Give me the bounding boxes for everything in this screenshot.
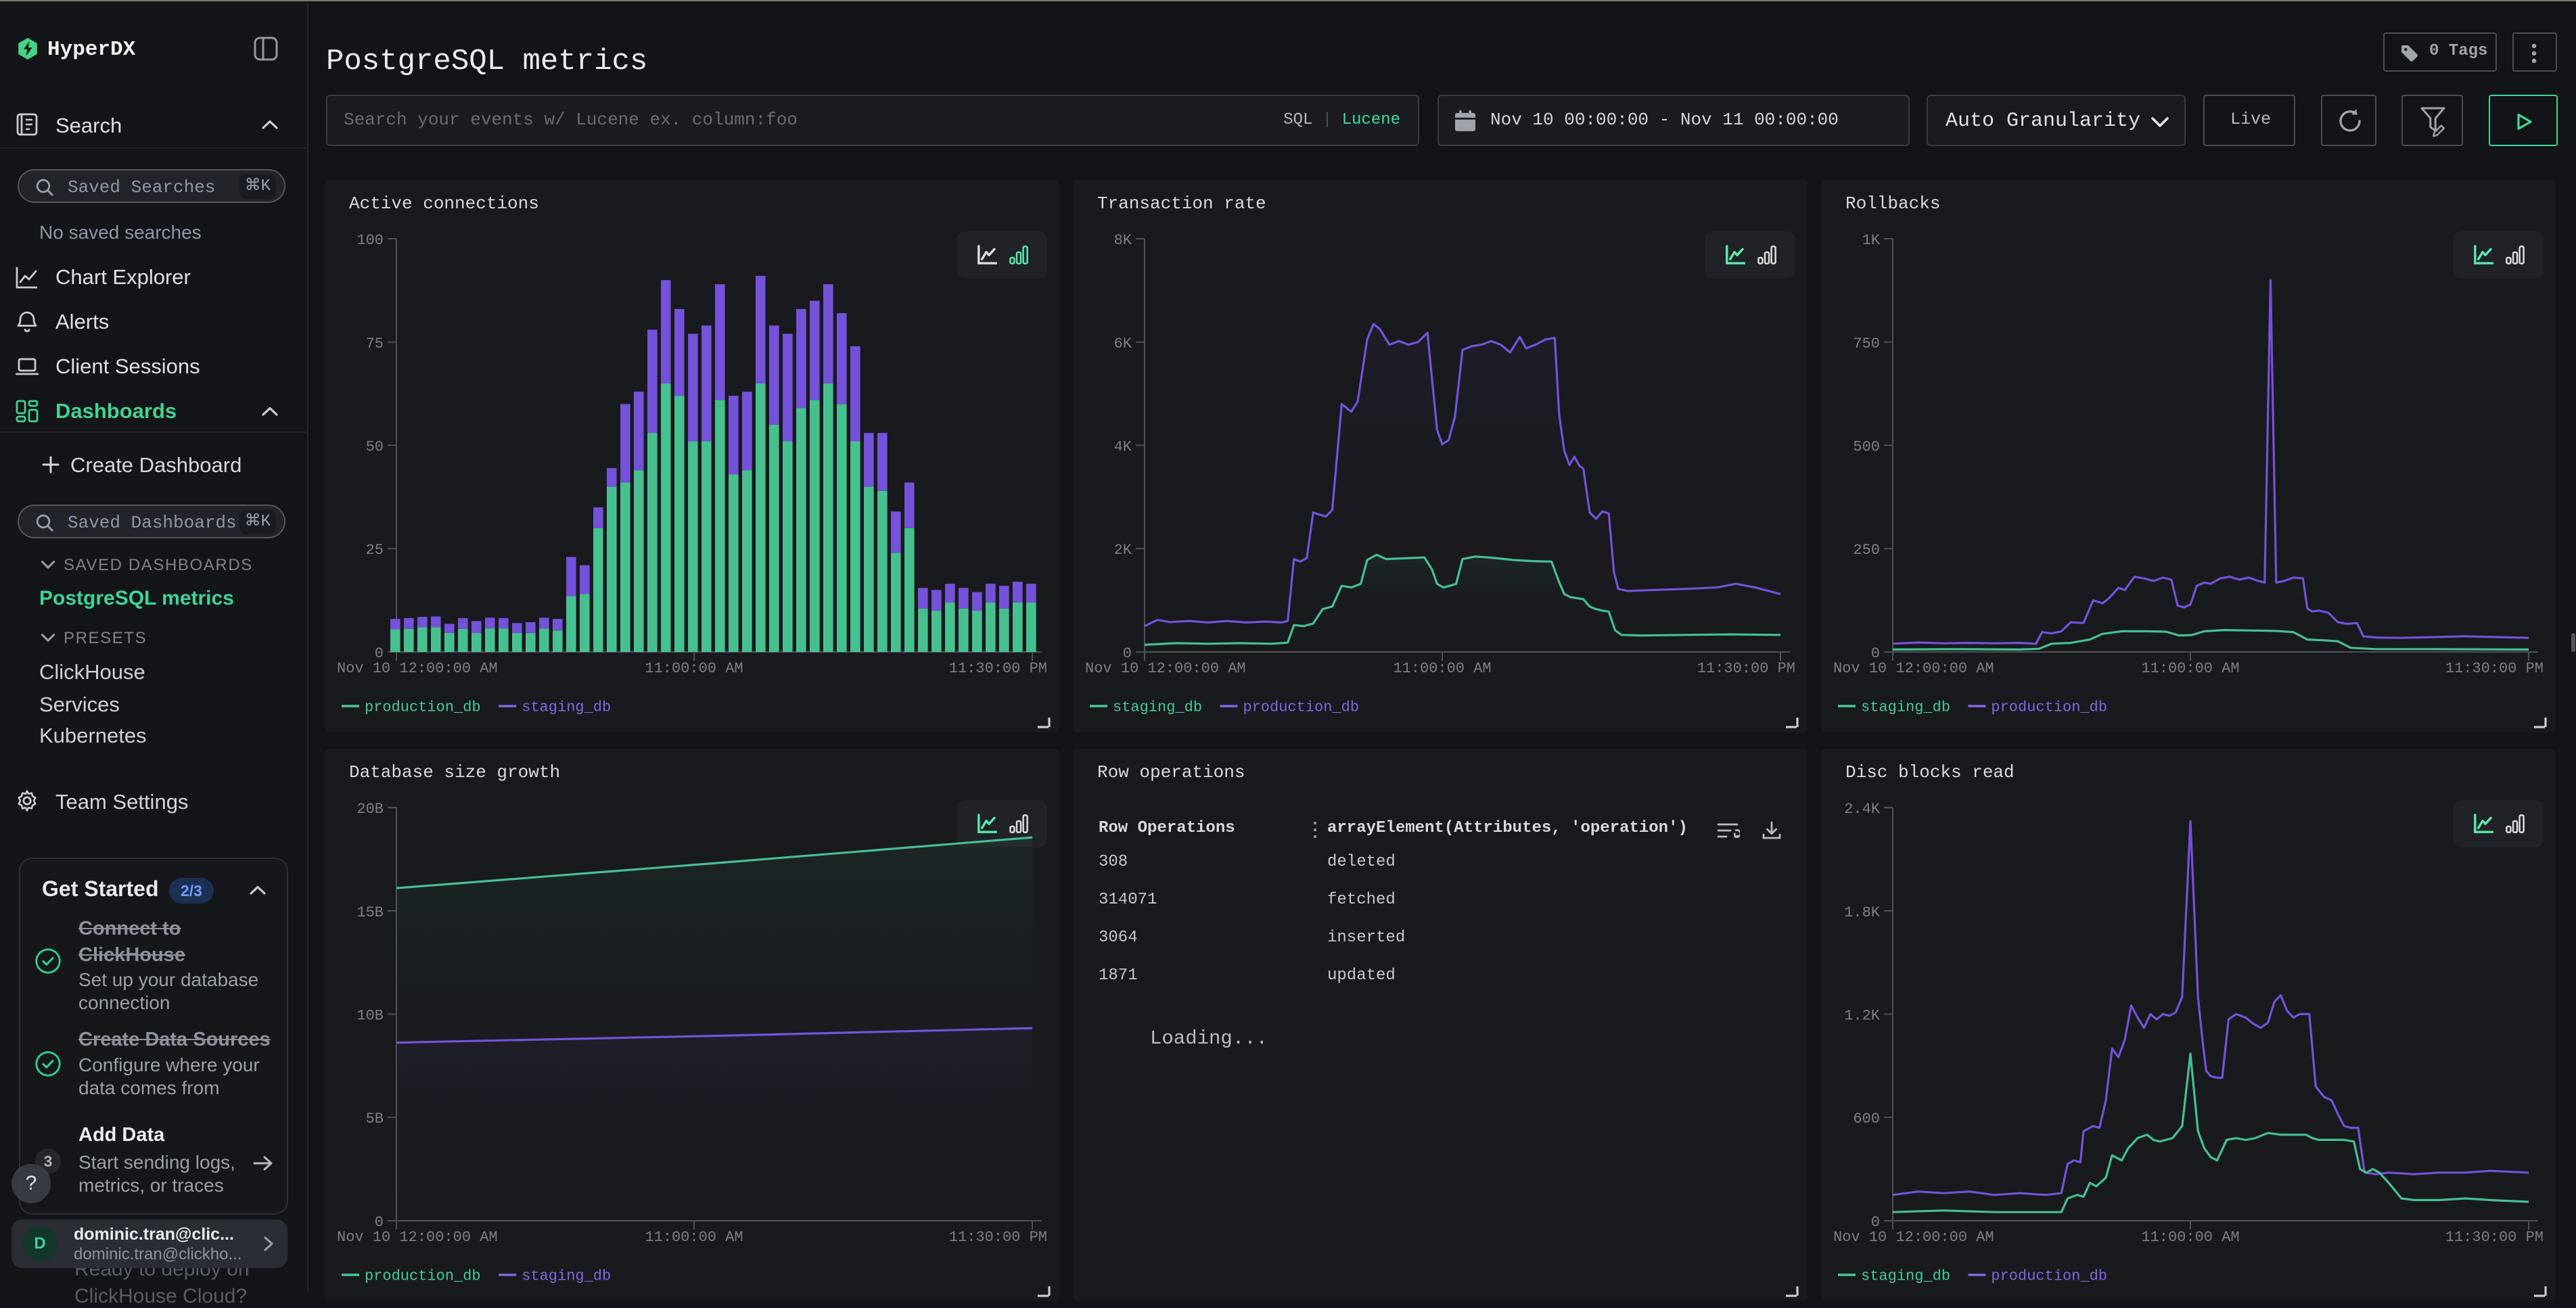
svg-text:1.2K: 1.2K: [1844, 1007, 1881, 1024]
svg-text:500: 500: [1853, 438, 1880, 455]
svg-text:11:30:00 PM: 11:30:00 PM: [1697, 660, 1795, 677]
svg-text:250: 250: [1853, 542, 1880, 559]
svg-text:20B: 20B: [356, 801, 384, 818]
svg-text:Nov 10 12:00:00 AM: Nov 10 12:00:00 AM: [1833, 660, 1994, 677]
svg-text:staging_db: staging_db: [522, 1268, 611, 1285]
svg-text:600: 600: [1853, 1111, 1880, 1127]
svg-text:production_db: production_db: [1991, 1268, 2107, 1285]
svg-text:2K: 2K: [1114, 542, 1132, 559]
svg-text:8K: 8K: [1114, 232, 1132, 249]
svg-text:15B: 15B: [356, 904, 384, 921]
svg-text:11:00:00 AM: 11:00:00 AM: [1393, 660, 1491, 677]
svg-text:production_db: production_db: [365, 699, 481, 716]
svg-text:11:30:00 PM: 11:30:00 PM: [949, 1229, 1047, 1246]
svg-text:11:00:00 AM: 11:00:00 AM: [645, 660, 743, 677]
svg-text:Nov 10 12:00:00 AM: Nov 10 12:00:00 AM: [1085, 660, 1246, 677]
svg-text:100: 100: [356, 232, 384, 249]
svg-text:11:30:00 PM: 11:30:00 PM: [2445, 660, 2544, 677]
svg-text:75: 75: [366, 335, 384, 352]
svg-text:4K: 4K: [1114, 438, 1132, 455]
svg-text:11:00:00 AM: 11:00:00 AM: [645, 1229, 743, 1246]
svg-text:25: 25: [366, 542, 384, 559]
svg-text:Nov 10 12:00:00 AM: Nov 10 12:00:00 AM: [1833, 1229, 1994, 1246]
svg-text:50: 50: [366, 438, 384, 455]
svg-text:6K: 6K: [1114, 335, 1132, 352]
svg-text:11:30:00 PM: 11:30:00 PM: [2445, 1229, 2544, 1246]
svg-text:11:00:00 AM: 11:00:00 AM: [2141, 660, 2239, 677]
svg-text:production_db: production_db: [1991, 699, 2107, 716]
svg-text:production_db: production_db: [365, 1268, 481, 1285]
svg-text:11:30:00 PM: 11:30:00 PM: [949, 660, 1047, 677]
svg-text:Nov 10 12:00:00 AM: Nov 10 12:00:00 AM: [337, 1229, 498, 1246]
svg-text:2.4K: 2.4K: [1844, 801, 1881, 818]
svg-text:Nov 10 12:00:00 AM: Nov 10 12:00:00 AM: [337, 660, 498, 677]
svg-text:staging_db: staging_db: [1861, 1268, 1950, 1285]
svg-text:11:00:00 AM: 11:00:00 AM: [2141, 1229, 2239, 1246]
svg-text:1K: 1K: [1862, 232, 1881, 249]
svg-text:staging_db: staging_db: [1861, 699, 1950, 716]
svg-text:5B: 5B: [366, 1111, 384, 1127]
svg-text:production_db: production_db: [1243, 699, 1359, 716]
svg-text:10B: 10B: [356, 1007, 384, 1024]
svg-text:1.8K: 1.8K: [1844, 904, 1881, 921]
svg-text:staging_db: staging_db: [522, 699, 611, 716]
svg-text:staging_db: staging_db: [1113, 699, 1202, 716]
svg-text:750: 750: [1853, 335, 1880, 352]
